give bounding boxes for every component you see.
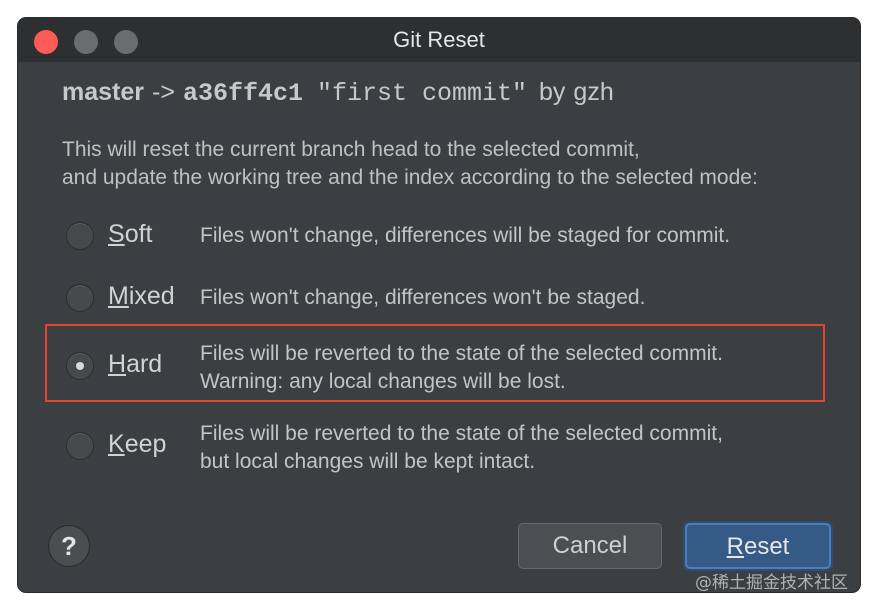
commit-hash: a36ff4c1 xyxy=(182,79,303,108)
option-keep-desc-line1: Files will be reverted to the state of t… xyxy=(200,422,723,445)
label-soft[interactable]: Soft xyxy=(108,220,152,249)
title-bar: Git Reset xyxy=(18,18,860,62)
mnemonic-k: K xyxy=(108,430,125,458)
cancel-button[interactable]: Cancel xyxy=(518,523,662,569)
mnemonic-m: M xyxy=(108,282,129,310)
commit-header: master -> a36ff4c1 "first commit" by gzh xyxy=(62,78,614,114)
reset-label-rest: eset xyxy=(743,533,790,560)
mnemonic-r: R xyxy=(726,533,744,560)
window-title: Git Reset xyxy=(393,27,485,52)
radio-hard-selected[interactable] xyxy=(66,352,94,380)
commit-author: gzh xyxy=(573,78,614,106)
description-line-1: This will reset the current branch head … xyxy=(62,138,640,161)
label-soft-rest: oft xyxy=(124,220,153,248)
branch-name: master xyxy=(62,78,144,106)
option-keep[interactable]: Keep Files will be reverted to the state… xyxy=(66,420,826,480)
radio-keep[interactable] xyxy=(66,432,94,460)
label-mixed-rest: ixed xyxy=(128,282,175,310)
commit-message: "first commit" xyxy=(316,79,528,108)
help-button[interactable]: ? xyxy=(48,525,90,567)
option-keep-desc: Files will be reverted to the state of t… xyxy=(200,420,723,476)
option-mixed[interactable]: Mixed Files won't change, differences wo… xyxy=(66,282,826,322)
option-soft-desc: Files won't change, differences will be … xyxy=(200,222,730,250)
option-soft[interactable]: Soft Files won't change, differences wil… xyxy=(66,220,826,260)
option-mixed-desc: Files won't change, differences won't be… xyxy=(200,284,645,312)
option-soft-desc-line1: Files won't change, differences will be … xyxy=(200,224,731,247)
option-keep-desc-line2: but local changes will be kept intact. xyxy=(200,450,536,473)
description-line-2: and update the working tree and the inde… xyxy=(62,166,758,189)
by-text: by xyxy=(539,78,566,106)
mnemonic-h: H xyxy=(108,350,127,378)
reset-button[interactable]: Reset xyxy=(685,523,831,569)
label-keep[interactable]: Keep xyxy=(108,430,166,459)
radio-dot xyxy=(76,362,84,370)
git-reset-dialog: Git Reset master -> a36ff4c1 "first comm… xyxy=(18,18,860,592)
arrow-text: -> xyxy=(152,78,175,106)
watermark-text: @稀土掘金技术社区 xyxy=(695,573,848,593)
option-hard[interactable]: Hard Files will be reverted to the state… xyxy=(66,340,826,400)
mnemonic-s: S xyxy=(108,220,125,248)
reset-description: This will reset the current branch head … xyxy=(62,136,842,192)
label-mixed[interactable]: Mixed xyxy=(108,282,175,311)
option-mixed-desc-line1: Files won't change, differences won't be… xyxy=(200,286,646,309)
radio-mixed[interactable] xyxy=(66,284,94,312)
label-keep-rest: eep xyxy=(124,430,167,458)
label-hard-rest: ard xyxy=(126,350,163,378)
option-hard-desc-line2: Warning: any local changes will be lost. xyxy=(200,370,566,393)
option-hard-desc: Files will be reverted to the state of t… xyxy=(200,340,723,396)
option-hard-desc-line1: Files will be reverted to the state of t… xyxy=(200,342,723,365)
label-hard[interactable]: Hard xyxy=(108,350,162,379)
radio-soft[interactable] xyxy=(66,222,94,250)
